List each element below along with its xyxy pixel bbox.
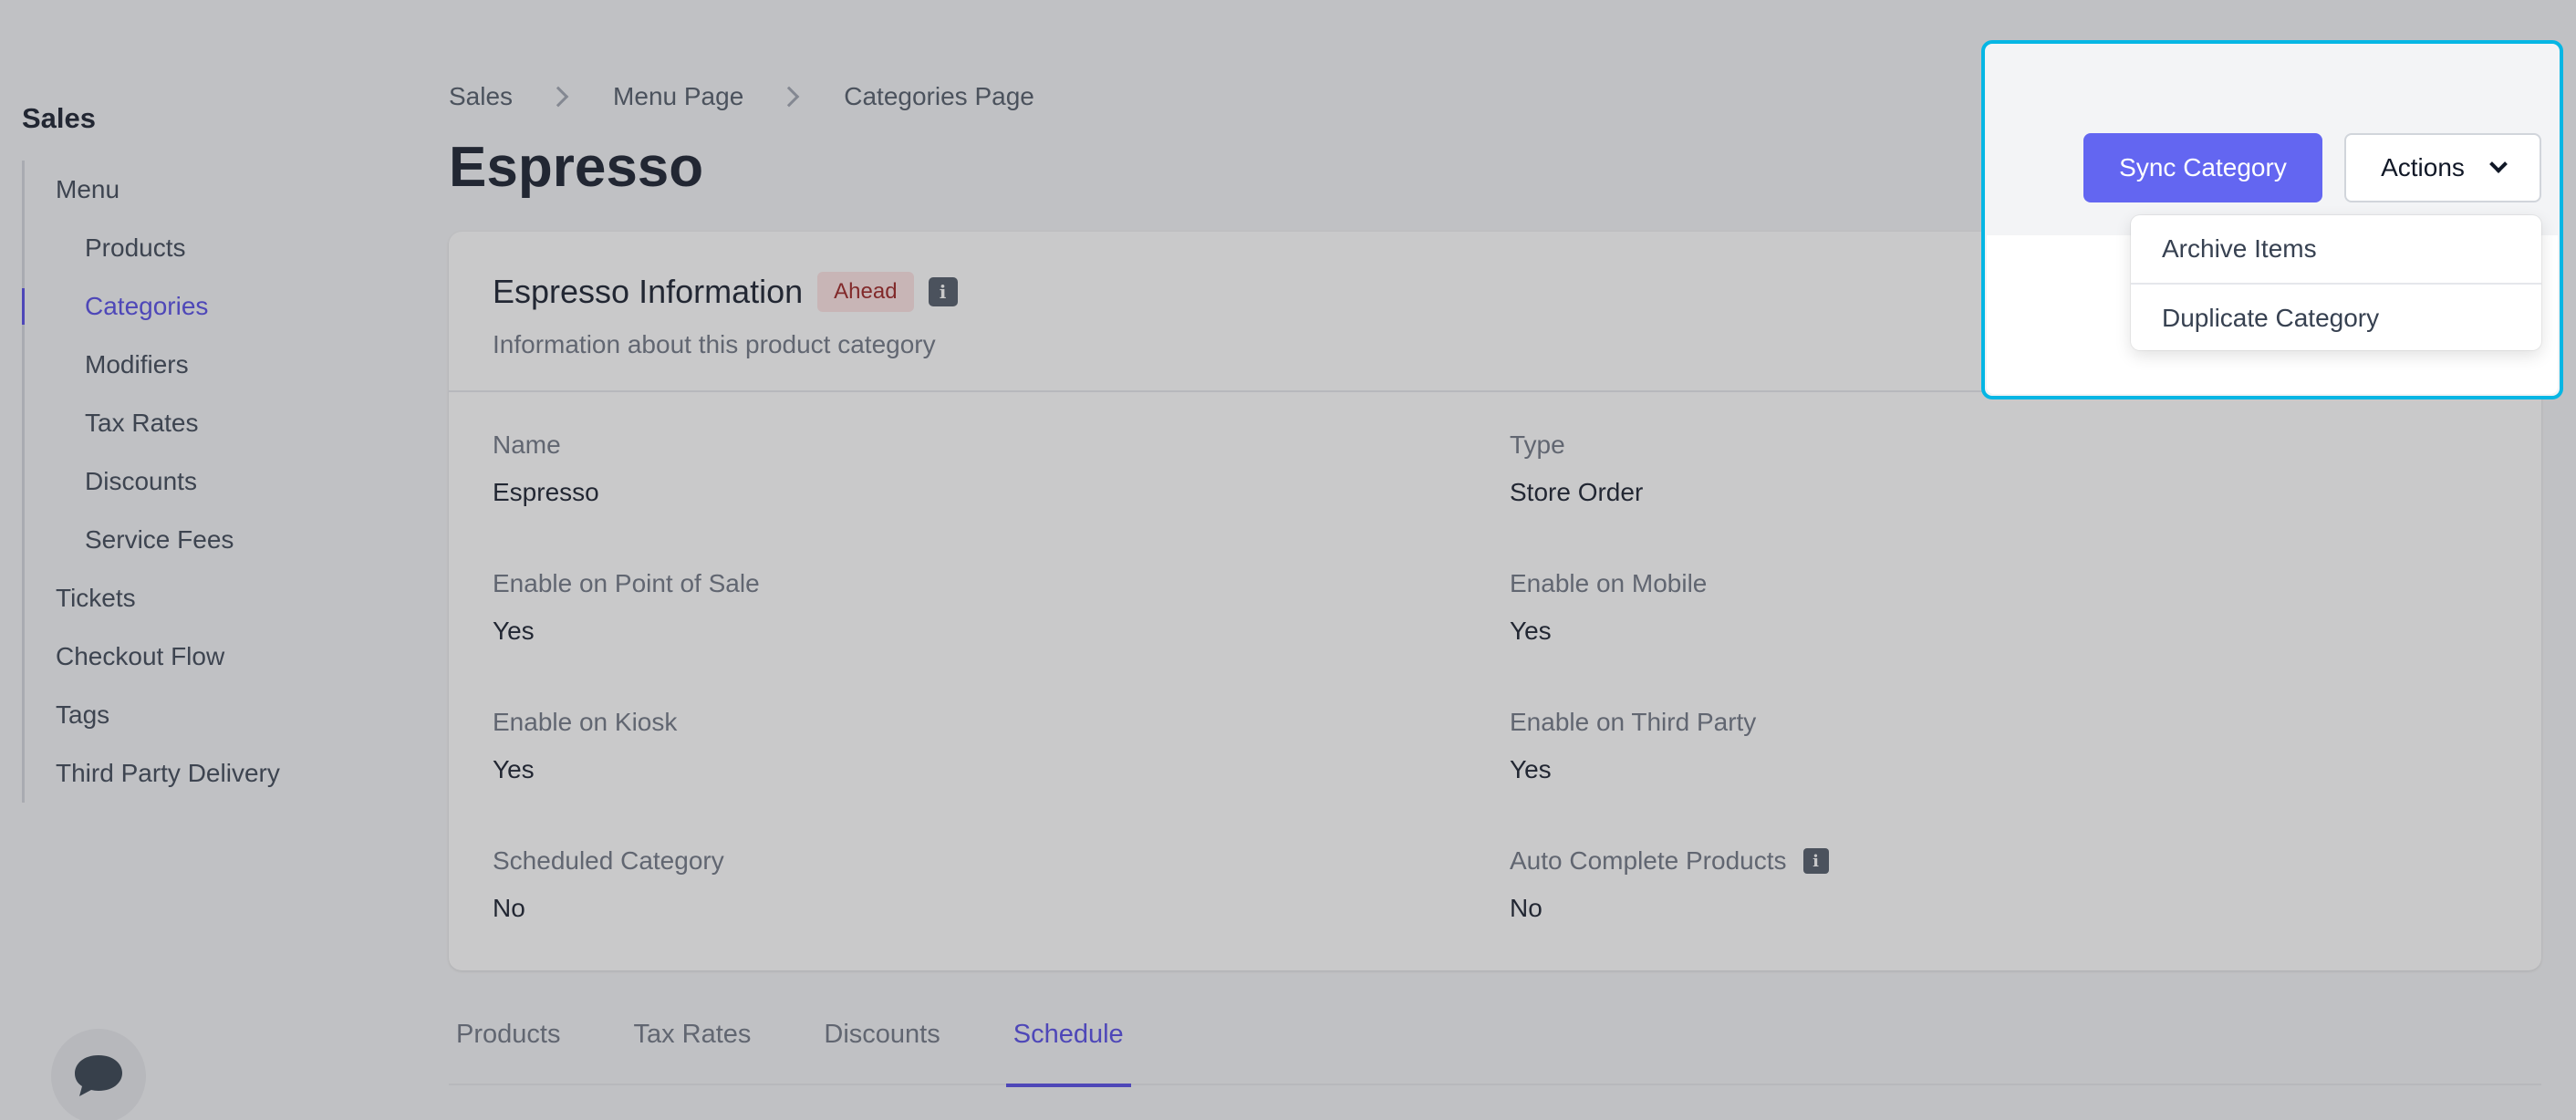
sync-category-button[interactable]: Sync Category: [2083, 133, 2322, 202]
breadcrumb: Sales Menu Page Categories Page: [449, 82, 1034, 111]
sidebar: Sales Menu Products Categories Modifiers…: [22, 102, 387, 803]
sidebar-item-modifiers[interactable]: Modifiers: [25, 336, 387, 394]
tab-bar: Products Tax Rates Discounts Schedule: [449, 998, 2541, 1087]
tab-schedule[interactable]: Schedule: [1005, 998, 1131, 1087]
sidebar-list: Menu Products Categories Modifiers Tax R…: [22, 161, 387, 803]
field-enable-pos: Enable on Point of Sale Yes: [493, 569, 760, 646]
field-label: Auto Complete Products: [1510, 846, 1787, 875]
field-label-row: Auto Complete Products i: [1510, 846, 1829, 876]
field-enable-kiosk: Enable on Kiosk Yes: [493, 708, 677, 784]
field-label: Enable on Kiosk: [493, 708, 678, 736]
field-value: Yes: [493, 617, 535, 645]
menu-item-duplicate-category[interactable]: Duplicate Category: [2131, 283, 2541, 350]
field-label: Scheduled Category: [493, 846, 724, 875]
sidebar-title: Sales: [22, 102, 97, 134]
field-value: Yes: [1510, 617, 1552, 645]
field-value: Yes: [493, 755, 535, 783]
breadcrumb-menu-page[interactable]: Menu Page: [613, 82, 743, 111]
sidebar-item-discounts[interactable]: Discounts: [25, 452, 387, 511]
sidebar-item-tax-rates[interactable]: Tax Rates: [25, 394, 387, 452]
sidebar-item-service-fees[interactable]: Service Fees: [25, 511, 387, 569]
chevron-down-icon: [2489, 155, 2508, 173]
tab-tax-rates[interactable]: Tax Rates: [626, 998, 758, 1085]
field-name: Name Espresso: [493, 430, 599, 507]
field-label: Enable on Third Party: [1510, 708, 1757, 736]
menu-item-archive-items[interactable]: Archive Items: [2131, 215, 2541, 283]
sidebar-item-categories[interactable]: Categories: [22, 277, 387, 336]
page: Sales Menu Products Categories Modifiers…: [0, 0, 2576, 1120]
chat-bubble-icon: [75, 1055, 122, 1096]
sidebar-item-products[interactable]: Products: [25, 219, 387, 277]
status-badge: Ahead: [817, 272, 914, 312]
info-icon[interactable]: i: [1802, 848, 1829, 874]
field-value: Yes: [1510, 755, 1552, 783]
info-icon[interactable]: i: [928, 277, 958, 306]
field-label: Name: [493, 430, 561, 459]
page-title: Espresso: [449, 136, 704, 199]
field-scheduled-category: Scheduled Category No: [493, 846, 724, 923]
actions-label: Actions: [2381, 153, 2465, 181]
sidebar-item-tags[interactable]: Tags: [25, 686, 387, 744]
breadcrumb-categories-page[interactable]: Categories Page: [844, 82, 1034, 111]
sidebar-item-third-party-delivery[interactable]: Third Party Delivery: [25, 744, 387, 803]
actions-dropdown-button[interactable]: Actions: [2344, 133, 2541, 202]
field-label: Type: [1510, 430, 1565, 459]
field-type: Type Store Order: [1510, 430, 1643, 507]
chevron-right-icon: [778, 86, 800, 108]
field-label: Enable on Point of Sale: [493, 569, 760, 597]
field-label: Enable on Mobile: [1510, 569, 1708, 597]
chevron-right-icon: [547, 86, 569, 108]
tab-products[interactable]: Products: [449, 998, 567, 1085]
field-value: No: [493, 894, 525, 922]
field-value: Espresso: [493, 478, 599, 506]
sidebar-item-menu[interactable]: Menu: [25, 161, 387, 219]
chat-button[interactable]: [51, 1029, 146, 1120]
field-value: No: [1510, 894, 1542, 922]
breadcrumb-sales[interactable]: Sales: [449, 82, 513, 111]
card-title: Espresso Information: [493, 273, 804, 310]
field-value: Store Order: [1510, 478, 1644, 506]
sidebar-item-tickets[interactable]: Tickets: [25, 569, 387, 627]
field-enable-mobile: Enable on Mobile Yes: [1510, 569, 1707, 646]
sidebar-item-checkout-flow[interactable]: Checkout Flow: [25, 627, 387, 686]
actions-menu: Archive Items Duplicate Category: [2131, 215, 2541, 350]
field-auto-complete-products: Auto Complete Products i No: [1510, 846, 1829, 923]
tab-discounts[interactable]: Discounts: [816, 998, 947, 1085]
field-enable-third-party: Enable on Third Party Yes: [1510, 708, 1756, 784]
